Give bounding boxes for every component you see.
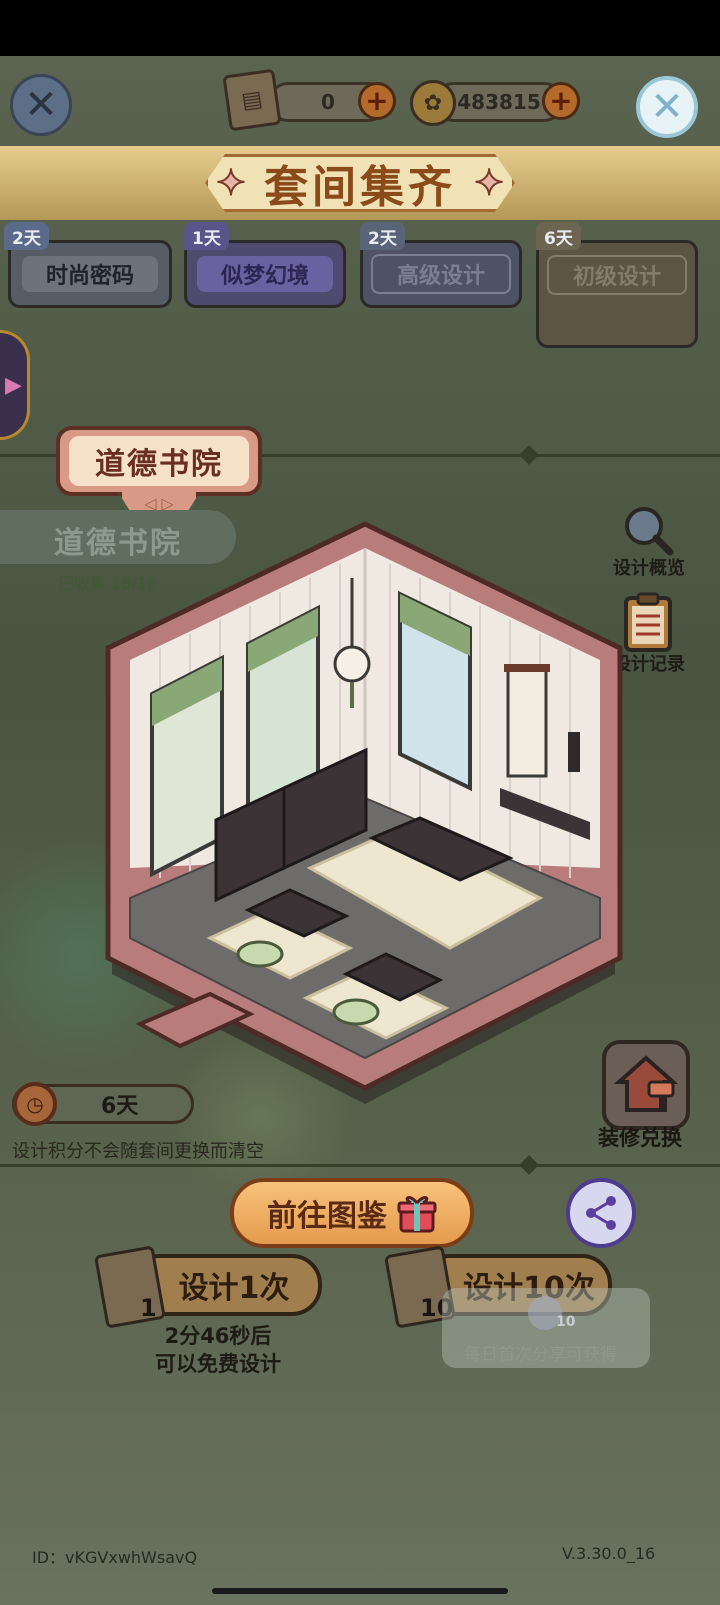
side-drawer-toggle[interactable]: ▶ bbox=[0, 330, 30, 440]
sparkle-icon: ✦ bbox=[215, 162, 246, 204]
tab-label: 高级设计 bbox=[370, 254, 511, 294]
scroll-count: 0 bbox=[321, 90, 335, 114]
free-line-2: 可以免费设计 bbox=[155, 1352, 281, 1376]
go-to-catalog-button[interactable]: 前往图鉴 bbox=[230, 1178, 474, 1248]
tab-badge: 2天 bbox=[4, 222, 49, 250]
plus-icon: + bbox=[365, 84, 389, 117]
coin-icon: ✿ bbox=[410, 80, 456, 126]
status-bar bbox=[0, 0, 720, 56]
home-indicator[interactable] bbox=[212, 1588, 508, 1594]
design-once-label: 设计1次 bbox=[178, 1271, 290, 1306]
free-line-1: 2分46秒后 bbox=[164, 1324, 272, 1348]
timer-value: 6天 bbox=[101, 1094, 139, 1119]
tab-advanced[interactable]: 高级设计 bbox=[360, 240, 522, 308]
decoration-exchange-label: 装修兑换 bbox=[598, 1126, 682, 1150]
coin-count: 483815 bbox=[457, 90, 541, 114]
close-icon: ✕ bbox=[24, 82, 58, 128]
add-coin-button[interactable]: + bbox=[542, 82, 580, 120]
gift-icon bbox=[397, 1196, 437, 1233]
close-icon: ✕ bbox=[650, 84, 684, 130]
go-to-catalog-label: 前往图鉴 bbox=[267, 1199, 387, 1234]
chevron-right-icon: ▶ bbox=[5, 372, 22, 398]
tab-label: 时尚密码 bbox=[21, 256, 158, 292]
tab-dream[interactable]: 似梦幻境 bbox=[184, 240, 346, 308]
sparkle-icon: ✦ bbox=[474, 162, 505, 204]
free-design-timer: 2分46秒后 可以免费设计 bbox=[130, 1322, 306, 1378]
plus-icon: + bbox=[549, 84, 573, 117]
tab-badge: 2天 bbox=[360, 222, 405, 250]
add-scroll-button[interactable]: + bbox=[358, 82, 396, 120]
share-reward-text: 每日首次分享可获得 bbox=[464, 1345, 617, 1365]
room-preview bbox=[105, 521, 623, 1104]
version-label: V.3.30.0_16 bbox=[562, 1544, 656, 1563]
share-icon bbox=[586, 1196, 616, 1230]
title-banner: ✦ 套间集齐 ✦ bbox=[0, 146, 720, 220]
tab-basic[interactable]: 初级设计 bbox=[536, 240, 698, 348]
design-scroll-icon: ▤ bbox=[222, 68, 282, 132]
divider bbox=[0, 1164, 720, 1167]
player-id: ID：vKGVxwhWsavQ bbox=[32, 1548, 198, 1567]
close-popup-button[interactable]: ✕ bbox=[636, 76, 698, 138]
share-reward-amount: 10 bbox=[556, 1314, 576, 1330]
decoration-exchange-button[interactable] bbox=[602, 1040, 690, 1130]
tab-label: 初级设计 bbox=[546, 255, 687, 295]
tab-fashion[interactable]: 时尚密码 bbox=[8, 240, 172, 308]
points-note: 设计积分不会随套间更换而清空 bbox=[12, 1141, 264, 1162]
season-timer: ◷ 6天 bbox=[12, 1082, 194, 1126]
clock-icon: ◷ bbox=[13, 1082, 57, 1126]
banner-title: 套间集齐 bbox=[264, 162, 456, 213]
room-tag-label: 道德书院 bbox=[69, 436, 249, 486]
house-roller-icon bbox=[613, 1055, 679, 1112]
tab-label: 似梦幻境 bbox=[196, 256, 333, 292]
room-name-tag: 道德书院 bbox=[56, 426, 262, 496]
share-button[interactable] bbox=[566, 1178, 636, 1248]
design-once-cost: 1 bbox=[140, 1294, 157, 1322]
tab-badge: 1天 bbox=[184, 222, 229, 250]
tab-badge: 6天 bbox=[536, 222, 581, 250]
close-button-left[interactable]: ✕ bbox=[10, 74, 72, 136]
